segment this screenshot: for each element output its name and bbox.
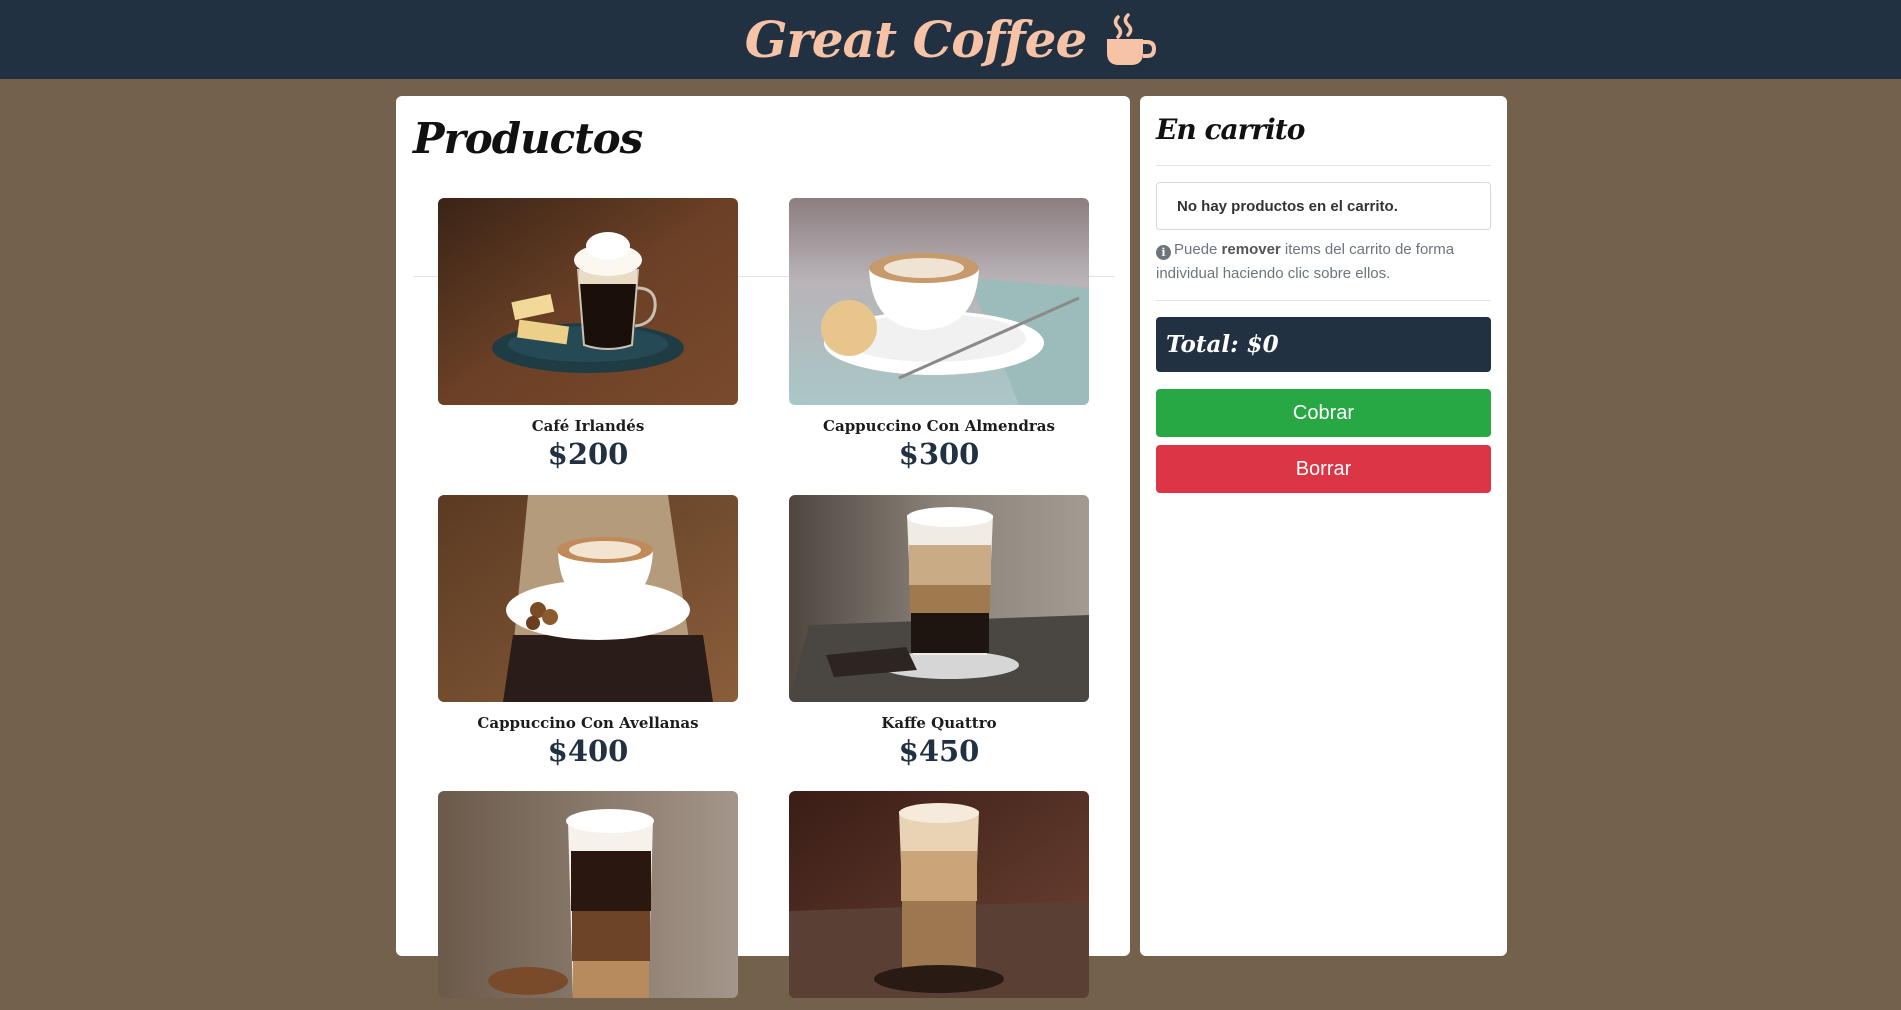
product-image-latte-macchiato[interactable] bbox=[789, 791, 1089, 998]
product-name: Kaffe Quattro bbox=[881, 714, 997, 732]
cart-heading: En carrito bbox=[1156, 113, 1305, 146]
product-image-hazelnut-cappuccino[interactable] bbox=[438, 495, 738, 702]
product-name: Café Irlandés bbox=[531, 417, 645, 435]
product-image-kaffe-quattro[interactable] bbox=[789, 495, 1089, 702]
cart-total: Total: $0 bbox=[1156, 317, 1491, 372]
brand[interactable]: Great Coffee bbox=[744, 9, 1157, 69]
product-price: $200 bbox=[547, 437, 629, 471]
clear-cart-button[interactable]: Borrar bbox=[1156, 445, 1491, 493]
product-price: $450 bbox=[898, 734, 980, 768]
product-price: $300 bbox=[898, 437, 980, 471]
products-panel: Productos Café Irlandés $200 Cappuccino … bbox=[396, 96, 1130, 998]
site-title: Great Coffee bbox=[744, 9, 1088, 69]
product-price: $400 bbox=[547, 734, 629, 768]
cart-hint: i Puede remover items del carrito de form… bbox=[1156, 238, 1491, 286]
product-card[interactable] bbox=[438, 791, 738, 1010]
cart-divider bbox=[1156, 300, 1491, 301]
product-card[interactable]: Kaffe Quattro $450 bbox=[789, 495, 1089, 768]
product-card[interactable]: Cappuccino Con Almendras $300 bbox=[789, 198, 1089, 471]
checkout-button[interactable]: Cobrar bbox=[1156, 389, 1491, 437]
cart-hint-bold: remover bbox=[1221, 241, 1281, 258]
product-image-layered-mocha[interactable] bbox=[438, 791, 738, 998]
product-image-irish-coffee[interactable] bbox=[438, 198, 738, 405]
product-card[interactable]: Café Irlandés $200 bbox=[438, 198, 738, 471]
cart-panel: En carrito No hay productos en el carrit… bbox=[1140, 96, 1507, 956]
product-card[interactable] bbox=[789, 791, 1089, 1010]
cart-empty-message: No hay productos en el carrito. bbox=[1156, 182, 1491, 230]
product-card[interactable]: Cappuccino Con Avellanas $400 bbox=[438, 495, 738, 768]
cart-hint-prefix: Puede bbox=[1174, 241, 1222, 258]
site-header: Great Coffee bbox=[0, 0, 1901, 79]
product-name: Cappuccino Con Almendras bbox=[823, 417, 1055, 435]
info-icon: i bbox=[1156, 245, 1171, 260]
product-name: Cappuccino Con Avellanas bbox=[477, 714, 699, 732]
product-image-almond-cappuccino[interactable] bbox=[789, 198, 1089, 405]
products-heading: Productos bbox=[413, 114, 643, 163]
cart-divider bbox=[1156, 165, 1491, 166]
coffee-cup-icon bbox=[1104, 12, 1157, 67]
